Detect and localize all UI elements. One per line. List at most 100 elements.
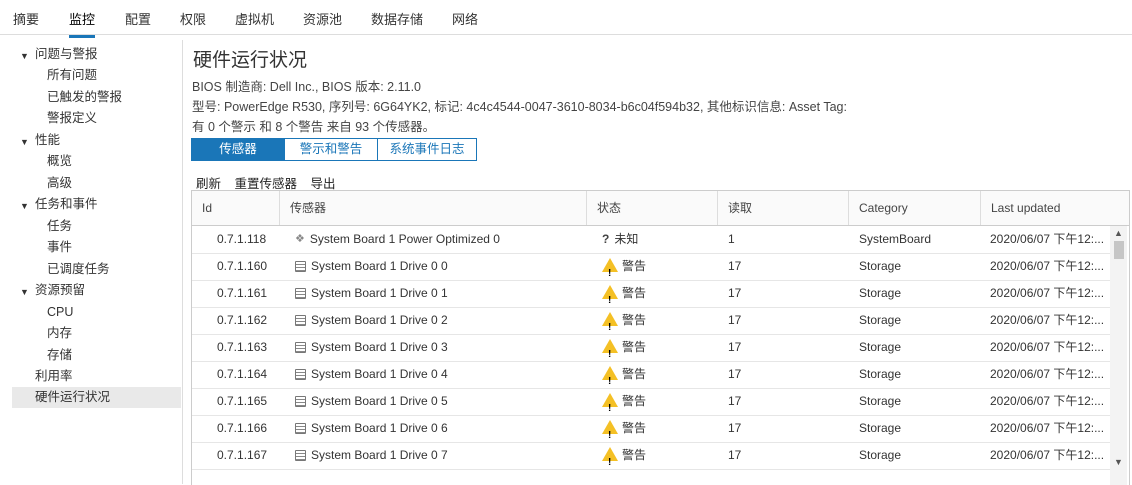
sensor-name: System Board 1 Drive 0 4 (311, 367, 448, 381)
tree-item-storage[interactable]: 存储 (47, 345, 72, 366)
cell-id: 0.7.1.166 (217, 421, 268, 435)
warning-icon (602, 311, 618, 334)
tab-monitor[interactable]: 监控 (69, 9, 96, 38)
tree-item-overview[interactable]: 概览 (47, 151, 72, 172)
tree-group-issues-alarms[interactable]: 问题与警报 (35, 44, 98, 65)
chevron-down-icon[interactable]: ▼ (20, 201, 29, 211)
tree-item-all-issues[interactable]: 所有问题 (47, 65, 97, 86)
cell-id: 0.7.1.162 (217, 313, 268, 327)
model-info: 型号: PowerEdge R530, 序列号: 6G64YK2, 标记: 4c… (192, 100, 847, 114)
cell-category: Storage (859, 421, 902, 435)
tree-item-scheduled-tasks[interactable]: 已调度任务 (47, 259, 110, 280)
reset-sensors-button[interactable]: 重置传感器 (235, 177, 298, 191)
column-header-sensor[interactable]: 传感器 (280, 191, 587, 225)
tree-item-advanced[interactable]: 高级 (47, 173, 72, 194)
cell-status: 警告 (602, 334, 712, 361)
table-row[interactable]: 0.7.1.118 ❖ System Board 1 Power Optimized… (192, 226, 1110, 254)
cell-category: Storage (859, 286, 902, 300)
table-row[interactable]: 0.7.1.161 System Board 1 Drive 0 1 警告 17 Sto… (192, 280, 1110, 308)
chevron-down-icon[interactable]: ▼ (20, 287, 29, 297)
cell-reading: 17 (728, 394, 742, 408)
cell-last-updated: 2020/06/07 下午12:... (990, 232, 1105, 246)
tree-item-alarm-definitions[interactable]: 警报定义 (47, 108, 97, 129)
export-button[interactable]: 导出 (311, 177, 336, 191)
tree-group-performance[interactable]: 性能 (35, 130, 60, 151)
table-row[interactable]: 0.7.1.163 System Board 1 Drive 0 3 警告 17 Sto… (192, 334, 1110, 362)
cell-last-updated: 2020/06/07 下午12:... (990, 394, 1105, 408)
tab-networks[interactable]: 网络 (452, 9, 478, 28)
cell-category: Storage (859, 448, 902, 462)
warning-icon (602, 284, 618, 307)
tab-configure[interactable]: 配置 (125, 9, 151, 28)
sidebar-divider (182, 40, 183, 484)
tree-group-tasks-events[interactable]: 任务和事件 (35, 194, 98, 215)
cell-status: 警告 (602, 415, 712, 442)
cell-reading: 17 (728, 313, 742, 327)
table-row[interactable]: 0.7.1.160 System Board 1 Drive 0 0 警告 17 Sto… (192, 253, 1110, 281)
chevron-down-icon[interactable]: ▼ (20, 51, 29, 61)
tree-item-utilization[interactable]: 利用率 (35, 366, 73, 387)
cell-sensor: System Board 1 Drive 0 6 (295, 415, 585, 442)
scroll-up-icon[interactable]: ▲ (1114, 228, 1123, 238)
sensor-name: System Board 1 Drive 0 3 (311, 340, 448, 354)
cell-sensor: ❖ System Board 1 Power Optimized 0 (295, 226, 585, 253)
tab-resource-pools[interactable]: 资源池 (303, 9, 342, 28)
sensor-name: System Board 1 Drive 0 1 (311, 286, 448, 300)
page-title: 硬件运行状况 (193, 50, 308, 71)
cell-sensor: System Board 1 Drive 0 3 (295, 334, 585, 361)
cell-reading: 17 (728, 421, 742, 435)
column-header-category[interactable]: Category (849, 191, 981, 225)
scrollbar-thumb[interactable] (1114, 241, 1124, 259)
cell-sensor: System Board 1 Drive 0 7 (295, 442, 585, 469)
column-header-last-updated[interactable]: Last updated (981, 191, 1129, 225)
vertical-scrollbar[interactable]: ▲ ▼ (1110, 226, 1127, 485)
table-row[interactable]: 0.7.1.167 System Board 1 Drive 0 7 警告 17 Sto… (192, 442, 1110, 470)
scroll-down-icon[interactable]: ▼ (1114, 457, 1123, 467)
tab-datastores[interactable]: 数据存储 (371, 9, 423, 28)
cell-last-updated: 2020/06/07 下午12:... (990, 448, 1105, 462)
segment-sensors[interactable]: 传感器 (191, 138, 285, 161)
tab-vms[interactable]: 虚拟机 (235, 9, 274, 28)
drive-icon (295, 261, 306, 273)
tree-group-resource-allocation[interactable]: 资源预留 (35, 280, 85, 301)
tree-item-hardware-health[interactable]: 硬件运行状况 (12, 387, 181, 408)
cell-status: 警告 (602, 253, 712, 280)
sensor-summary: 有 0 个警示 和 8 个警告 来自 93 个传感器。 (192, 120, 436, 134)
drive-icon (295, 315, 306, 327)
refresh-button[interactable]: 刷新 (196, 177, 221, 191)
tab-permissions[interactable]: 权限 (180, 9, 206, 28)
cell-sensor: System Board 1 Drive 0 5 (295, 388, 585, 415)
status-text: 未知 (614, 232, 639, 246)
cell-reading: 17 (728, 367, 742, 381)
cell-sensor: System Board 1 Drive 0 1 (295, 280, 585, 307)
cell-id: 0.7.1.163 (217, 340, 268, 354)
view-switcher: 传感器 警示和警告 系统事件日志 (191, 138, 477, 161)
drive-icon (295, 288, 306, 300)
table-row[interactable]: 0.7.1.162 System Board 1 Drive 0 2 警告 17 Sto… (192, 307, 1110, 335)
cell-reading: 17 (728, 340, 742, 354)
tree-item-tasks[interactable]: 任务 (47, 216, 72, 237)
warning-icon (602, 419, 618, 442)
tab-summary[interactable]: 摘要 (13, 9, 39, 28)
tree-item-memory[interactable]: 内存 (47, 323, 72, 344)
cell-sensor: System Board 1 Drive 0 4 (295, 361, 585, 388)
table-row[interactable]: 0.7.1.166 System Board 1 Drive 0 6 警告 17 Sto… (192, 415, 1110, 443)
column-header-id[interactable]: Id (192, 191, 280, 225)
tree-item-triggered-alarms[interactable]: 已触发的警报 (47, 87, 122, 108)
column-header-status[interactable]: 状态 (587, 191, 718, 225)
warning-icon (602, 365, 618, 388)
segment-system-event-log[interactable]: 系统事件日志 (378, 138, 477, 161)
tree-item-events[interactable]: 事件 (47, 237, 72, 258)
cell-last-updated: 2020/06/07 下午12:... (990, 313, 1105, 327)
chevron-down-icon[interactable]: ▼ (20, 137, 29, 147)
cell-status: 警告 (602, 388, 712, 415)
tree-item-cpu[interactable]: CPU (47, 302, 73, 323)
drive-icon (295, 369, 306, 381)
table-row[interactable]: 0.7.1.164 System Board 1 Drive 0 4 警告 17 Sto… (192, 361, 1110, 389)
cell-id: 0.7.1.167 (217, 448, 268, 462)
segment-alerts-warnings[interactable]: 警示和警告 (285, 138, 378, 161)
table-row[interactable]: 0.7.1.165 System Board 1 Drive 0 5 警告 17 Sto… (192, 388, 1110, 416)
drive-icon (295, 396, 306, 408)
cell-reading: 17 (728, 259, 742, 273)
column-header-reading[interactable]: 读取 (718, 191, 849, 225)
